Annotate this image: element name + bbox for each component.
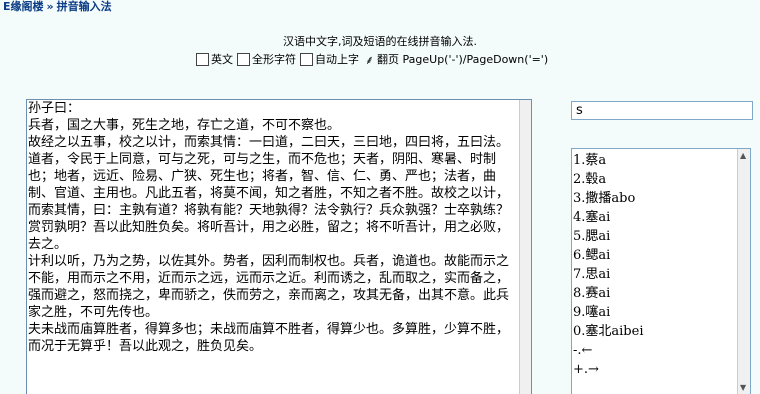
candidate-item[interactable]: 0.塞北aibei — [573, 322, 750, 341]
breadcrumb: E缘阁楼» 拼音输入法 — [3, 0, 112, 14]
english-checkbox[interactable] — [196, 52, 209, 66]
editor-scrollbar[interactable] — [519, 100, 531, 394]
candidate-item[interactable]: +.→ — [573, 360, 750, 379]
page-title: 拼音输入法 — [56, 0, 112, 13]
candidate-item[interactable]: 2.毂a — [573, 170, 750, 189]
fullwidth-checkbox[interactable] — [237, 52, 250, 66]
fullwidth-label: 全形字符 — [252, 53, 296, 66]
candidate-item[interactable]: 7.思ai — [573, 265, 750, 284]
pinyin-input[interactable]: s — [571, 101, 753, 120]
options-bar: 英文 全形字符 自动上字 ⸙ 翻页 PageUp('-')/PageDown('… — [196, 50, 548, 68]
option-auto-commit[interactable]: 自动上字 — [300, 51, 359, 67]
scroll-up-icon[interactable]: ▲ — [740, 151, 746, 160]
candidate-item[interactable]: 4.塞ai — [573, 208, 750, 227]
candidate-item[interactable]: -.← — [573, 341, 750, 360]
text-editor[interactable]: 孙子曰： 兵者，国之大事，死生之地，存亡之道，不可不察也。 故经之以五事，校之以… — [26, 99, 532, 394]
candidate-item[interactable]: 3.撒播abo — [573, 189, 750, 208]
english-label: 英文 — [211, 53, 233, 66]
scroll-down-icon[interactable]: ▼ — [740, 383, 746, 392]
candidate-list: 1.蔡a 2.毂a 3.撒播abo 4.塞ai 5.腮ai 6.鳃ai 7.思ai 8.赛ai… — [572, 149, 750, 379]
option-fullwidth[interactable]: 全形字符 — [237, 51, 296, 67]
page-hint: ⸙ 翻页 PageUp('-')/PageDown('=') — [365, 51, 548, 68]
auto-commit-checkbox[interactable] — [300, 52, 313, 66]
candidate-list-box[interactable]: 1.蔡a 2.毂a 3.撒播abo 4.塞ai 5.腮ai 6.鳃ai 7.思ai 8.赛ai… — [571, 148, 751, 394]
page-turn-icon: ⸙ — [365, 52, 375, 67]
auto-commit-label: 自动上字 — [315, 53, 359, 66]
candidate-item[interactable]: 5.腮ai — [573, 227, 750, 246]
option-english[interactable]: 英文 — [196, 51, 233, 67]
breadcrumb-separator: » — [46, 0, 54, 13]
page-hint-text: 翻页 PageUp('-')/PageDown('=') — [377, 53, 549, 66]
candidate-item[interactable]: 9.噻ai — [573, 303, 750, 322]
candidate-scrollbar[interactable]: ▲ ▼ — [737, 149, 750, 394]
candidate-item[interactable]: 1.蔡a — [573, 151, 750, 170]
editor-content[interactable]: 孙子曰： 兵者，国之大事，死生之地，存亡之道，不可不察也。 故经之以五事，校之以… — [27, 100, 531, 355]
site-link[interactable]: E缘阁楼 — [3, 0, 44, 13]
candidate-item[interactable]: 8.赛ai — [573, 284, 750, 303]
candidate-item[interactable]: 6.鳃ai — [573, 246, 750, 265]
page-subtitle: 汉语中文字,词及短语的在线拼音输入法. — [283, 35, 477, 48]
